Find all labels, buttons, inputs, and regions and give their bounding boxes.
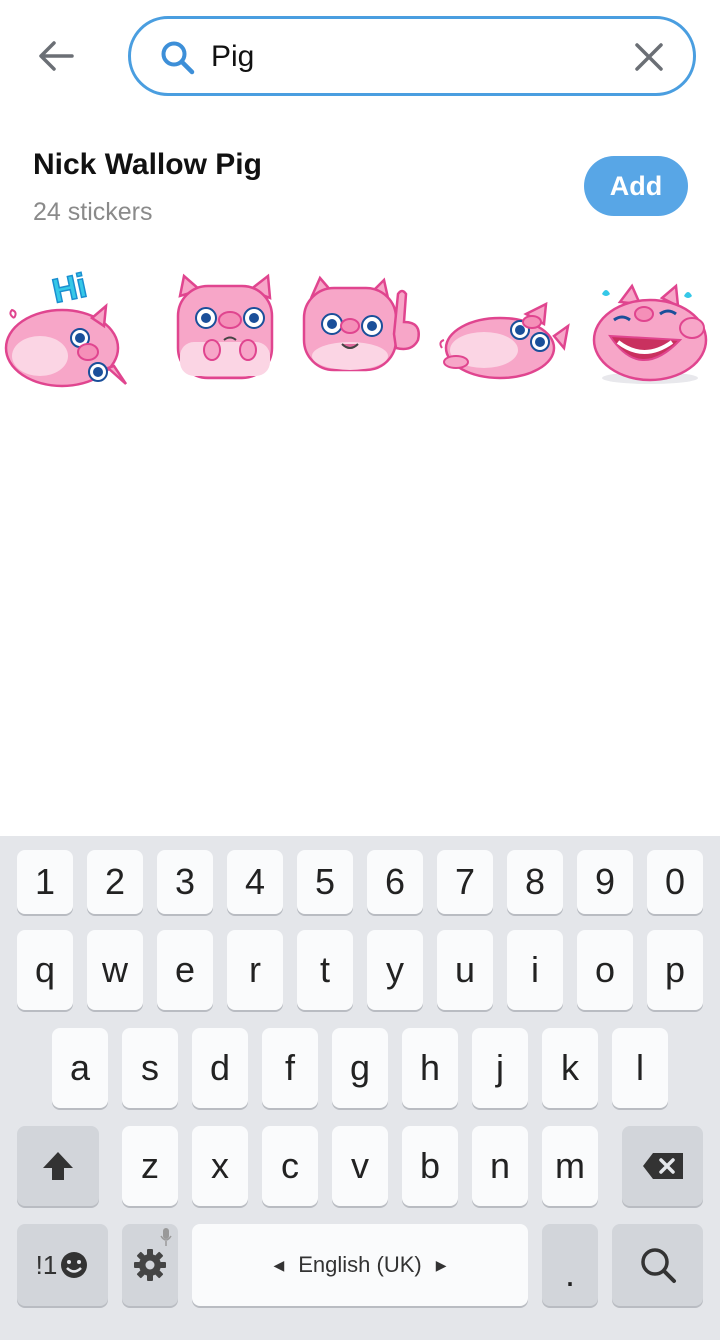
- key-t[interactable]: t: [297, 930, 353, 1010]
- pig-lying-sticker[interactable]: [436, 256, 576, 396]
- key-5[interactable]: 5: [297, 850, 353, 914]
- search-bar: [128, 16, 696, 96]
- back-button[interactable]: [26, 30, 86, 82]
- pig-laughing-sticker[interactable]: [580, 256, 720, 396]
- back-arrow-icon: [39, 41, 74, 71]
- key-q[interactable]: q: [17, 930, 73, 1010]
- clear-search-icon[interactable]: [631, 39, 667, 75]
- gear-icon: [134, 1249, 166, 1281]
- settings-key[interactable]: [122, 1224, 178, 1306]
- key-r[interactable]: r: [227, 930, 283, 1010]
- key-u[interactable]: u: [437, 930, 493, 1010]
- key-m[interactable]: m: [542, 1126, 598, 1206]
- key-l[interactable]: l: [612, 1028, 668, 1108]
- space-bar[interactable]: ◀ English (UK) ▶: [192, 1224, 528, 1306]
- key-y[interactable]: y: [367, 930, 423, 1010]
- key-i[interactable]: i: [507, 930, 563, 1010]
- search-icon: [161, 41, 195, 75]
- shift-key[interactable]: [17, 1126, 99, 1206]
- key-d[interactable]: d: [192, 1028, 248, 1108]
- space-bar-label: English (UK): [298, 1252, 422, 1277]
- key-v[interactable]: v: [332, 1126, 388, 1206]
- key-b[interactable]: b: [402, 1126, 458, 1206]
- key-o[interactable]: o: [577, 930, 633, 1010]
- sticker-count: 24 stickers: [33, 198, 153, 226]
- emoji-icon: [61, 1252, 88, 1278]
- shift-arrow-icon: [43, 1152, 73, 1180]
- pig-hi-sticker[interactable]: Hi: [0, 256, 140, 396]
- backspace-key[interactable]: [622, 1126, 703, 1206]
- pig-scared-sticker[interactable]: [154, 256, 294, 396]
- symbols-label: !1: [35, 1249, 58, 1280]
- key-z[interactable]: z: [122, 1126, 178, 1206]
- add-sticker-pack-button[interactable]: Add: [584, 156, 688, 216]
- key-2[interactable]: 2: [87, 850, 143, 914]
- key-c[interactable]: c: [262, 1126, 318, 1206]
- backspace-icon: [642, 1153, 683, 1179]
- key-0[interactable]: 0: [647, 850, 703, 914]
- sticker-hi-text: Hi: [49, 267, 90, 311]
- key-p[interactable]: p: [647, 930, 703, 1010]
- key-j[interactable]: j: [472, 1028, 528, 1108]
- search-key[interactable]: [612, 1224, 703, 1306]
- period-key[interactable]: .: [542, 1224, 598, 1306]
- search-input[interactable]: [211, 33, 621, 81]
- key-w[interactable]: w: [87, 930, 143, 1010]
- pig-pointing-sticker[interactable]: [296, 256, 436, 396]
- key-4[interactable]: 4: [227, 850, 283, 914]
- search-icon: [640, 1248, 676, 1283]
- key-1[interactable]: 1: [17, 850, 73, 914]
- key-x[interactable]: x: [192, 1126, 248, 1206]
- symbols-key[interactable]: !1: [17, 1224, 108, 1306]
- microphone-icon: [160, 1228, 172, 1246]
- key-a[interactable]: a: [52, 1028, 108, 1108]
- language-prev-icon: ◀: [273, 1256, 285, 1273]
- key-f[interactable]: f: [262, 1028, 318, 1108]
- key-7[interactable]: 7: [437, 850, 493, 914]
- key-h[interactable]: h: [402, 1028, 458, 1108]
- key-6[interactable]: 6: [367, 850, 423, 914]
- sticker-preview-row: Hi: [0, 256, 720, 400]
- key-s[interactable]: s: [122, 1028, 178, 1108]
- period-key-label: .: [564, 1253, 575, 1294]
- key-9[interactable]: 9: [577, 850, 633, 914]
- language-next-icon: ▶: [435, 1256, 447, 1273]
- key-8[interactable]: 8: [507, 850, 563, 914]
- key-3[interactable]: 3: [157, 850, 213, 914]
- on-screen-keyboard: 1234567890 qwertyuiop asdfghjkl zxcvbnm …: [0, 836, 720, 1340]
- key-n[interactable]: n: [472, 1126, 528, 1206]
- key-e[interactable]: e: [157, 930, 213, 1010]
- key-g[interactable]: g: [332, 1028, 388, 1108]
- key-k[interactable]: k: [542, 1028, 598, 1108]
- sticker-pack-title[interactable]: Nick Wallow Pig: [33, 148, 262, 182]
- sticker-search-screen: Nick Wallow Pig 24 stickers Add Hi: [0, 0, 720, 1340]
